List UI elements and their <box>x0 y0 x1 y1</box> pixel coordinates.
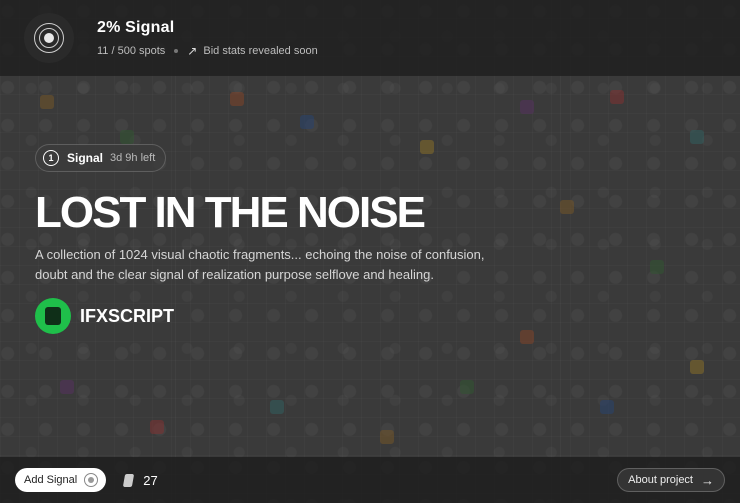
separator-dot <box>174 48 179 53</box>
about-project-button[interactable]: About project → <box>617 468 725 492</box>
signal-status-pill: 1 Signal 3d 9h left <box>35 144 167 172</box>
trend-up-icon: ↗ <box>187 43 198 58</box>
project-header: 2% Signal 11 / 500 spots ↗ Bid stats rev… <box>0 0 740 76</box>
add-signal-label: Add Signal <box>24 474 78 486</box>
artist-avatar[interactable] <box>35 298 71 334</box>
action-bar: Add Signal 27 About project → <box>0 457 740 503</box>
about-project-label: About project <box>628 474 693 486</box>
signal-count-value: 27 <box>143 472 158 488</box>
signal-count: 27 <box>123 472 158 488</box>
ticket-icon <box>123 473 135 487</box>
arrow-right-icon: → <box>701 472 714 488</box>
signal-label: Signal <box>67 151 104 165</box>
hero-content: 1 Signal 3d 9h left LOST IN THE NOISE A … <box>35 144 495 334</box>
project-meta: 11 / 500 spots ↗ Bid stats revealed soon <box>97 44 318 58</box>
collection-description: A collection of 1024 visual chaotic frag… <box>35 247 485 282</box>
signal-number-badge: 1 <box>43 150 59 166</box>
time-left: 3d 9h left <box>110 152 156 164</box>
signal-logo-icon <box>24 13 74 63</box>
project-name: 2% Signal <box>97 18 175 36</box>
add-signal-button[interactable]: Add Signal <box>15 468 107 492</box>
project-info: 2% Signal 11 / 500 spots ↗ Bid stats rev… <box>97 19 318 58</box>
artist-name[interactable]: IFXSCRIPT <box>80 306 174 327</box>
collection-title: LOST IN THE NOISE <box>35 188 426 237</box>
artist-link[interactable]: IFXSCRIPT <box>35 298 495 334</box>
signal-icon <box>84 473 99 487</box>
spots-count: 11 / 500 spots <box>97 44 166 57</box>
bid-stats-text: Bid stats revealed soon <box>203 44 318 57</box>
